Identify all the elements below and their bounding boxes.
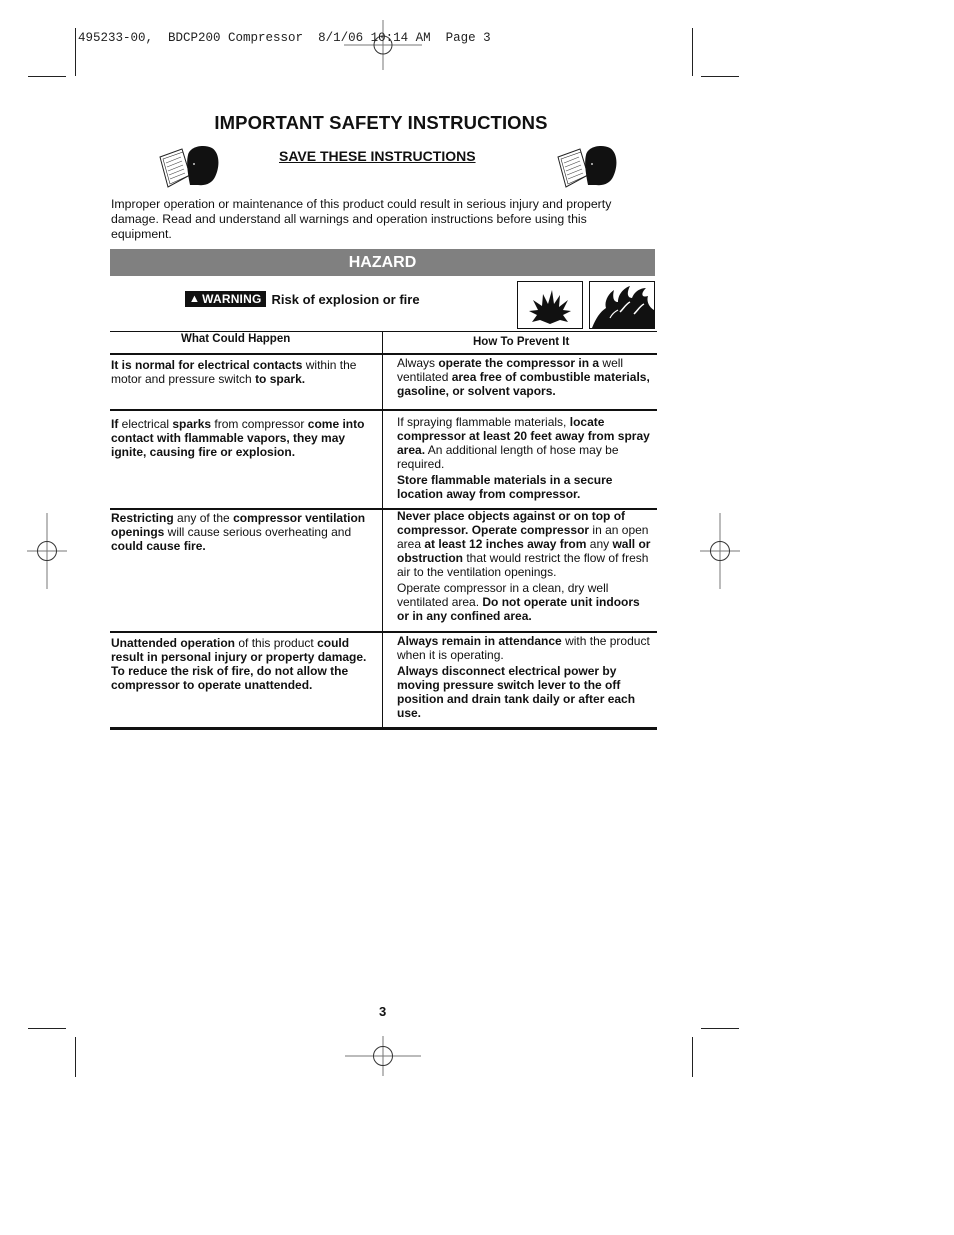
crop-mark	[28, 76, 66, 77]
cell-paragraph: Never place objects against or on top of…	[397, 509, 655, 579]
bold-text: Store flammable materials in a secure lo…	[397, 473, 613, 501]
cell-paragraph: If electrical sparks from compressor com…	[111, 417, 373, 459]
text: If spraying flammable materials,	[397, 415, 570, 429]
read-manual-icon	[557, 146, 617, 188]
hazard-banner: HAZARD	[110, 249, 655, 276]
text: any	[586, 537, 613, 551]
cell-paragraph: Always remain in attendance with the pro…	[397, 634, 655, 662]
bold-text: Always remain in attendance	[397, 634, 562, 648]
page-title-text: IMPORTANT SAFETY INSTRUCTIONS	[214, 112, 548, 133]
crop-mark	[28, 1028, 66, 1029]
registration-mark	[700, 513, 740, 589]
bold-text: It is normal for electrical contacts	[111, 358, 303, 372]
cell-paragraph: Always disconnect electrical power by mo…	[397, 664, 655, 720]
page-title: IMPORTANT SAFETY INSTRUCTIONS	[0, 112, 954, 134]
print-slug: 495233-00, BDCP200 Compressor 8/1/06 10:…	[78, 31, 491, 45]
slug-date: 8/1/06	[318, 31, 364, 45]
crop-mark	[75, 28, 76, 76]
column-header-how-to-prevent: How To Prevent It	[473, 336, 570, 348]
how-to-prevent-cell: If spraying flammable materials, locate …	[397, 415, 655, 503]
registration-mark	[344, 20, 422, 70]
warning-line: ▲ WARNING Risk of explosion or fire	[185, 291, 420, 307]
text: An additional length of hose may be requ…	[397, 443, 619, 471]
text: will cause serious overheating and	[164, 525, 352, 539]
page-number: 3	[379, 1004, 387, 1019]
registration-mark	[345, 1036, 421, 1076]
bold-text: to spark.	[255, 372, 306, 386]
bold-text: Restricting	[111, 511, 174, 525]
bold-text: sparks	[172, 417, 212, 431]
slug-time: 10:14 AM	[370, 31, 431, 45]
fire-pictogram	[589, 281, 655, 329]
warning-text: Risk of explosion or fire	[271, 291, 420, 307]
cell-paragraph: Unattended operation of this product cou…	[111, 636, 373, 692]
bold-text: Always disconnect electrical power by mo…	[397, 664, 636, 720]
what-could-happen-cell: Restricting any of the compressor ventil…	[111, 511, 373, 555]
what-could-happen-cell: Unattended operation of this product cou…	[111, 636, 373, 694]
save-instructions-heading: SAVE THESE INSTRUCTIONS	[279, 148, 476, 164]
how-to-prevent-cell: Always operate the compressor in a well …	[397, 356, 655, 400]
fire-icon	[592, 286, 654, 328]
warning-badge-label: WARNING	[202, 292, 262, 306]
text: electrical	[118, 417, 173, 431]
slug-job: 495233-00,	[78, 31, 154, 45]
cell-paragraph: Operate compressor in a clean, dry well …	[397, 581, 655, 623]
cell-paragraph: It is normal for electrical contacts wit…	[111, 358, 373, 386]
what-could-happen-cell: It is normal for electrical contacts wit…	[111, 358, 373, 388]
table-rule	[110, 409, 657, 411]
crop-mark	[701, 76, 739, 77]
explosion-icon	[529, 290, 571, 324]
how-to-prevent-cell: Never place objects against or on top of…	[397, 509, 655, 625]
table-rule	[110, 331, 657, 332]
cell-paragraph: Restricting any of the compressor ventil…	[111, 511, 373, 553]
slug-product: BDCP200 Compressor	[168, 31, 304, 45]
cell-paragraph: Always operate the compressor in a well …	[397, 356, 655, 398]
table-column-divider	[382, 331, 383, 727]
text: any of the	[173, 511, 234, 525]
crop-mark	[75, 1037, 76, 1077]
bold-text: at least 12 inches away from	[424, 537, 587, 551]
table-rule	[110, 631, 657, 633]
table-rule	[110, 508, 657, 510]
what-could-happen-cell: If electrical sparks from compressor com…	[111, 417, 373, 461]
table-rule	[110, 353, 657, 355]
bold-text: could cause fire.	[111, 539, 206, 553]
text: from compressor	[211, 417, 308, 431]
bold-text: operate the compressor in a	[438, 356, 600, 370]
registration-mark	[27, 513, 67, 589]
bold-text: Unattended operation	[111, 636, 236, 650]
read-manual-icon	[159, 146, 219, 188]
explosion-pictogram	[517, 281, 583, 329]
column-header-what-could-happen: What Could Happen	[181, 333, 291, 345]
crop-mark	[692, 28, 693, 76]
warning-badge: ▲ WARNING	[185, 291, 266, 307]
crop-mark	[692, 1037, 693, 1077]
table-rule	[110, 727, 657, 730]
how-to-prevent-cell: Always remain in attendance with the pro…	[397, 634, 655, 722]
slug-page: Page 3	[445, 31, 491, 45]
crop-mark	[701, 1028, 739, 1029]
intro-paragraph: Improper operation or maintenance of thi…	[111, 197, 612, 241]
alert-triangle-icon: ▲	[189, 293, 201, 305]
text: Always	[397, 356, 439, 370]
cell-paragraph: Store flammable materials in a secure lo…	[397, 473, 655, 501]
text: of this product	[235, 636, 318, 650]
cell-paragraph: If spraying flammable materials, locate …	[397, 415, 655, 471]
